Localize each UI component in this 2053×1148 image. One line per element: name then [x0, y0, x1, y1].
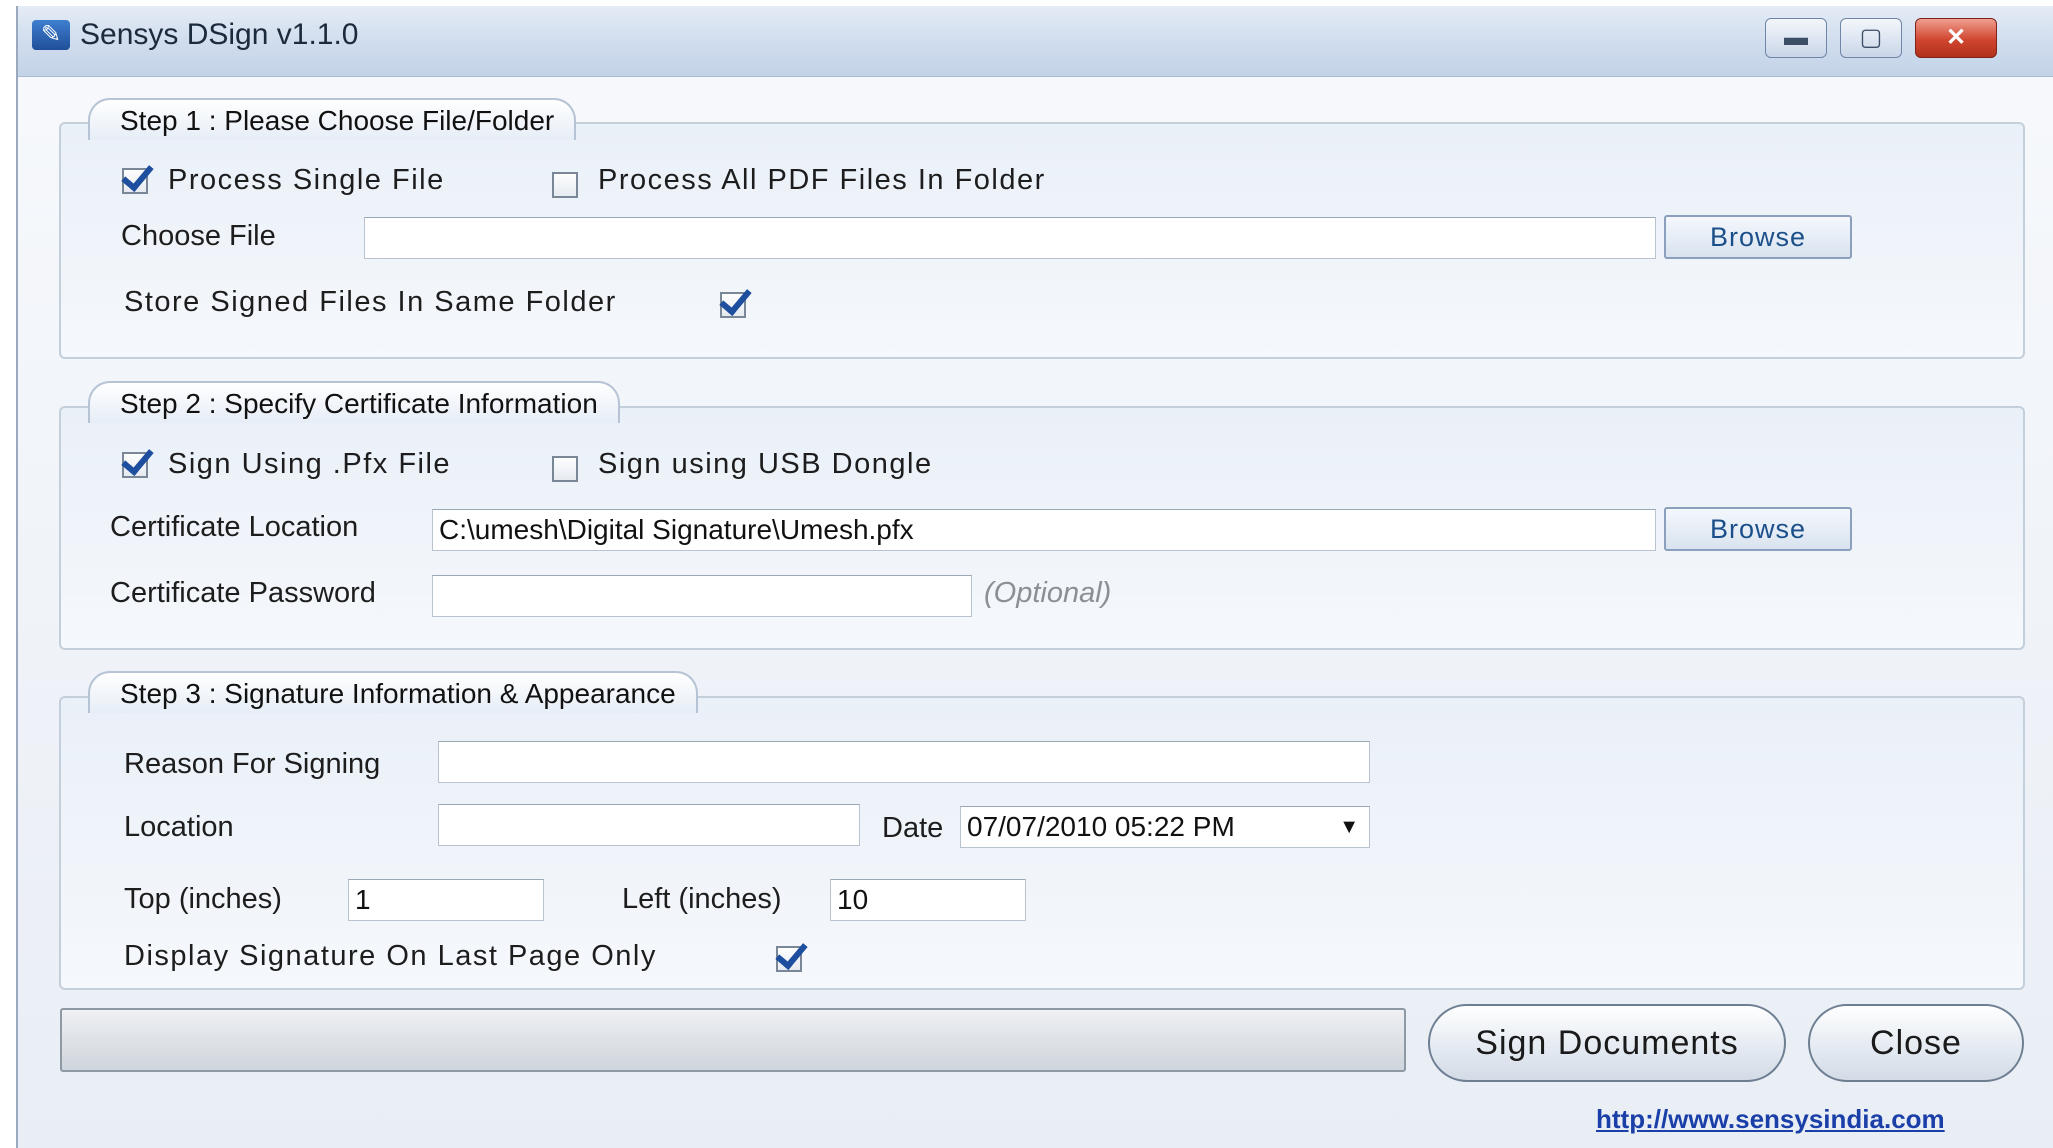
title-bar: ✎ Sensys DSign v1.1.0 ▬ ▢ ✕: [18, 6, 2053, 77]
step2-title: Step 2 : Specify Certificate Information: [88, 381, 620, 423]
cert-location-input[interactable]: C:\umesh\Digital Signature\Umesh.pfx: [432, 509, 1656, 551]
app-pen-icon: ✎: [32, 20, 70, 50]
location-label: Location: [124, 811, 234, 843]
app-window: ✎ Sensys DSign v1.1.0 ▬ ▢ ✕ Step 1 : Ple…: [16, 6, 2053, 1148]
store-same-folder-checkbox[interactable]: [720, 292, 746, 318]
folder-checkbox[interactable]: [552, 172, 578, 198]
location-input[interactable]: [438, 804, 860, 846]
minimize-button[interactable]: ▬: [1765, 18, 1827, 58]
reason-label: Reason For Signing: [124, 748, 381, 780]
choose-file-input[interactable]: [364, 217, 1656, 259]
close-button[interactable]: Close: [1808, 1004, 2024, 1082]
maximize-icon: ▢: [1859, 24, 1883, 51]
sign-documents-button[interactable]: Sign Documents: [1428, 1004, 1786, 1082]
pfx-checkbox[interactable]: [122, 452, 148, 478]
close-icon: ✕: [1945, 24, 1967, 51]
cert-password-input[interactable]: [432, 575, 972, 617]
maximize-button[interactable]: ▢: [1840, 18, 1902, 58]
cert-password-label: Certificate Password: [110, 577, 376, 609]
date-picker[interactable]: 07/07/2010 05:22 PM ▼: [960, 806, 1370, 848]
single-file-checkbox[interactable]: [122, 168, 148, 194]
optional-note: (Optional): [984, 577, 1112, 609]
browse-file-button[interactable]: Browse: [1664, 215, 1852, 259]
date-label: Date: [882, 812, 944, 844]
close-window-button[interactable]: ✕: [1915, 18, 1997, 58]
step1-title: Step 1 : Please Choose File/Folder: [88, 98, 577, 140]
browse-cert-button[interactable]: Browse: [1664, 507, 1852, 551]
choose-file-label: Choose File: [121, 220, 276, 252]
left-inches-input[interactable]: 10: [830, 879, 1026, 921]
top-inches-label: Top (inches): [124, 883, 282, 915]
window-title: Sensys DSign v1.1.0: [80, 18, 359, 51]
pfx-label: Sign Using .Pfx File: [168, 448, 452, 480]
reason-input[interactable]: [438, 741, 1370, 783]
minimize-icon: ▬: [1784, 24, 1808, 51]
store-same-folder-label: Store Signed Files In Same Folder: [124, 286, 617, 318]
single-file-label: Process Single File: [168, 164, 445, 196]
cert-location-label: Certificate Location: [110, 511, 359, 543]
website-link[interactable]: http://www.sensysindia.com: [1596, 1104, 1945, 1135]
date-value: 07/07/2010 05:22 PM: [967, 811, 1235, 842]
usb-label: Sign using USB Dongle: [598, 448, 933, 480]
step3-title: Step 3 : Signature Information & Appeara…: [88, 671, 698, 713]
top-inches-input[interactable]: 1: [348, 879, 544, 921]
folder-label: Process All PDF Files In Folder: [598, 164, 1046, 196]
usb-checkbox[interactable]: [552, 456, 578, 482]
dropdown-arrow-icon[interactable]: ▼: [1339, 807, 1359, 847]
close-button-label: Close: [1870, 1024, 1962, 1062]
last-page-label: Display Signature On Last Page Only: [124, 940, 657, 972]
progress-bar: [60, 1008, 1406, 1072]
last-page-checkbox[interactable]: [776, 946, 802, 972]
left-inches-label: Left (inches): [622, 883, 782, 915]
sign-documents-label: Sign Documents: [1475, 1024, 1739, 1062]
